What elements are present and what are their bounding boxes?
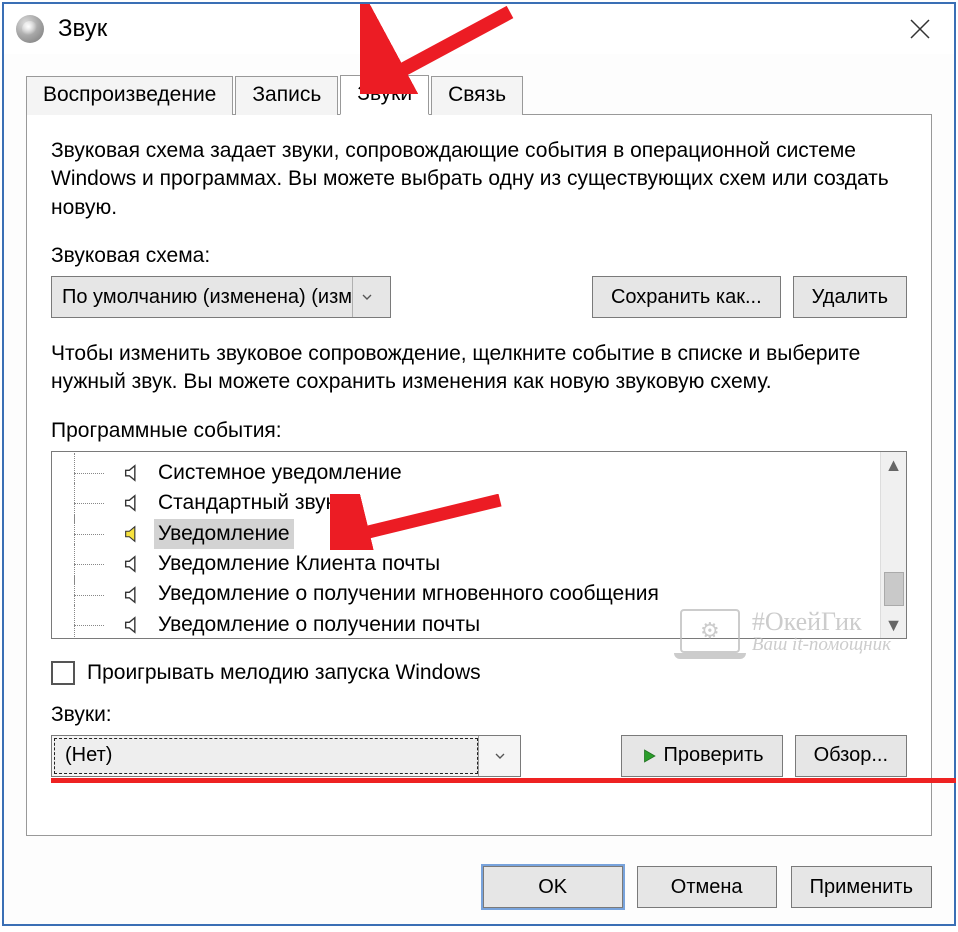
panel-wrap: Звуковая схема задает звуки, сопровождаю…	[26, 114, 932, 836]
tree-guide	[72, 550, 122, 578]
tab-playback[interactable]: Воспроизведение	[26, 76, 233, 115]
ok-button[interactable]: OK	[483, 866, 623, 908]
close-icon	[908, 17, 932, 41]
scroll-up-icon[interactable]: ▲	[885, 452, 903, 478]
event-item[interactable]: Системное уведомление	[72, 458, 874, 488]
event-label: Уведомление	[154, 519, 294, 549]
save-as-button[interactable]: Сохранить как...	[592, 276, 781, 318]
speaker-icon	[122, 584, 144, 606]
event-label: Уведомление Клиента почты	[154, 549, 444, 579]
window-title: Звук	[58, 15, 107, 43]
event-label: Системное уведомление	[154, 458, 406, 488]
play-startup-checkbox[interactable]	[51, 661, 75, 685]
scheme-dropdown[interactable]: По умолчанию (изменена) (изм	[51, 276, 391, 318]
tab-strip: Воспроизведение Запись Звуки Связь	[26, 74, 932, 114]
tree-guide	[72, 520, 122, 548]
scheme-label: Звуковая схема:	[51, 244, 907, 268]
event-item[interactable]: Уведомление о получении почты	[72, 610, 874, 639]
tree-guide	[72, 611, 122, 639]
events-hint: Чтобы изменить звуковое сопровождение, щ…	[51, 340, 907, 397]
browse-button[interactable]: Обзор...	[795, 735, 907, 777]
sounds-panel: Звуковая схема задает звуки, сопровождаю…	[26, 114, 932, 836]
annotation-underline	[51, 778, 956, 783]
apply-button[interactable]: Применить	[791, 866, 932, 908]
event-item[interactable]: Уведомление	[72, 519, 874, 549]
scroll-thumb[interactable]	[884, 572, 904, 606]
event-label: Уведомление о получении мгновенного сооб…	[154, 579, 663, 609]
dialog-buttons: OK Отмена Применить	[26, 866, 932, 908]
speaker-icon	[122, 492, 144, 514]
event-label: Стандартный звук	[154, 488, 339, 518]
tab-area: Воспроизведение Запись Звуки Связь	[26, 74, 932, 114]
list-inner: Системное уведомление Стандартный звук	[52, 452, 880, 639]
chevron-down-icon	[352, 277, 380, 317]
scroll-down-icon[interactable]: ▼	[885, 612, 903, 638]
tab-sounds[interactable]: Звуки	[340, 75, 429, 115]
program-events-list[interactable]: Системное уведомление Стандартный звук	[51, 451, 907, 639]
event-item[interactable]: Уведомление о получении мгновенного сооб…	[72, 579, 874, 609]
cancel-button[interactable]: Отмена	[637, 866, 777, 908]
tree-guide	[72, 581, 122, 609]
scheme-selected-value: По умолчанию (изменена) (изм	[62, 286, 352, 309]
titlebar: Звук	[4, 4, 954, 54]
sounds-dropdown[interactable]: (Нет)	[51, 735, 521, 777]
chevron-down-icon	[478, 736, 520, 776]
sounds-label: Звуки:	[51, 703, 907, 727]
test-button-label: Проверить	[664, 744, 764, 767]
speaker-app-icon	[16, 15, 44, 43]
close-button[interactable]	[898, 7, 942, 51]
sound-dialog: Звук Воспроизведение Запись Звуки Связь …	[2, 2, 956, 926]
sounds-selected-value: (Нет)	[54, 738, 478, 774]
event-label: Уведомление о получении почты	[154, 610, 484, 639]
play-icon	[640, 747, 658, 765]
events-label: Программные события:	[51, 419, 907, 443]
tree-guide	[72, 459, 122, 487]
tree-guide	[72, 489, 122, 517]
play-startup-row[interactable]: Проигрывать мелодию запуска Windows	[51, 661, 907, 685]
test-button[interactable]: Проверить	[621, 735, 783, 777]
delete-button[interactable]: Удалить	[793, 276, 907, 318]
scrollbar[interactable]: ▲ ▼	[880, 452, 906, 638]
tab-recording[interactable]: Запись	[235, 76, 338, 115]
event-item[interactable]: Уведомление Клиента почты	[72, 549, 874, 579]
speaker-icon	[122, 614, 144, 636]
speaker-icon	[122, 553, 144, 575]
event-item[interactable]: Стандартный звук	[72, 488, 874, 518]
scheme-description: Звуковая схема задает звуки, сопровождаю…	[51, 137, 907, 222]
play-startup-label: Проигрывать мелодию запуска Windows	[87, 661, 481, 685]
tab-communications[interactable]: Связь	[431, 76, 523, 115]
speaker-active-icon	[122, 523, 144, 545]
speaker-icon	[122, 462, 144, 484]
